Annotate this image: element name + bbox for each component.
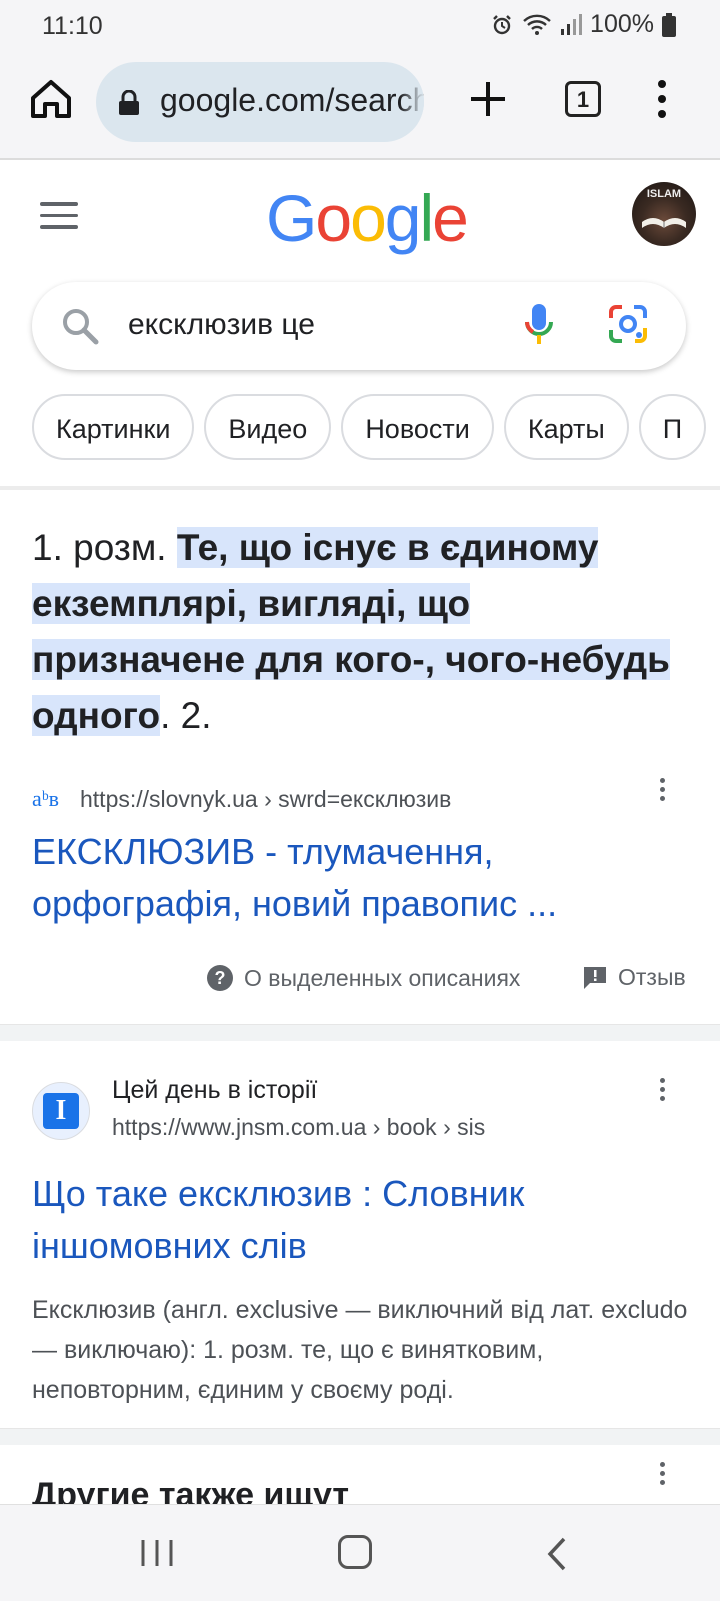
logo-letter: l [419, 181, 435, 255]
system-nav-bar [0, 1504, 720, 1601]
recent-apps-icon[interactable] [140, 1538, 174, 1568]
favicon-letter: I [43, 1093, 79, 1129]
alarm-icon [493, 14, 511, 34]
logo-letter: g [384, 181, 422, 255]
help-icon: ? [207, 965, 233, 991]
address-bar[interactable]: google.com/search [96, 62, 424, 142]
chip-maps[interactable]: Карты [503, 394, 629, 460]
lock-icon [119, 90, 139, 115]
status-time: 11:10 [42, 12, 103, 40]
result-description: Ексклюзив (англ. exclusive — виключний в… [32, 1296, 688, 1404]
feedback-label[interactable]: Отзыв [618, 964, 686, 991]
google-logo[interactable]: Google [266, 180, 469, 256]
google-header: Google [0, 160, 720, 270]
feedback-icon [584, 966, 606, 989]
jnsm-favicon: I [32, 1082, 90, 1140]
snippet-title-link[interactable]: ЕКСКЛЮЗИВ - тлумачення, орфографія, нови… [32, 826, 692, 930]
section-separator [0, 1428, 720, 1445]
status-icons: 100% [490, 10, 676, 39]
google-lens-icon[interactable] [608, 304, 648, 344]
browser-toolbar: google.com/search 1 [0, 52, 720, 160]
result-title-link[interactable]: Що таке ексклюзив : Словник іншомовних с… [32, 1168, 692, 1272]
url-text[interactable]: google.com/search [160, 82, 424, 119]
chip-more[interactable]: П [638, 394, 707, 460]
section-menu-icon[interactable] [660, 1462, 668, 1489]
home-icon[interactable] [28, 76, 74, 122]
signal-icon [561, 13, 583, 35]
feedback-button[interactable]: Отзыв [582, 964, 686, 991]
svg-text:?: ? [215, 968, 226, 988]
filter-chips: Картинки Видео Новости Карты П [32, 394, 720, 466]
new-tab-icon[interactable] [468, 76, 508, 122]
snippet-suffix: . 2. [160, 695, 212, 736]
snippet-source[interactable]: аᵇв https://slovnyk.ua › swrd=ексклюзив [32, 784, 692, 820]
more-menu-icon[interactable] [652, 76, 672, 122]
home-nav-button[interactable] [338, 1535, 372, 1569]
featured-snippet-text: 1. розм. Те, що існує в єдиному екземпля… [32, 520, 692, 744]
slovnyk-favicon: аᵇв [32, 786, 59, 811]
snippet-prefix: 1. розм. [32, 527, 177, 568]
result-site-name[interactable]: Цей день в історії [112, 1076, 317, 1105]
battery-icon [662, 12, 676, 37]
voice-search-icon[interactable] [524, 302, 554, 348]
result-url[interactable]: https://www.jnsm.com.ua › book › sis [112, 1114, 485, 1141]
wifi-icon [523, 14, 551, 35]
url-fade [400, 62, 424, 142]
tab-switcher-button[interactable]: 1 [565, 81, 601, 117]
about-featured-snippets[interactable]: ? О выделенных описаниях [206, 964, 520, 992]
status-bar: 11:10 100% [0, 0, 720, 52]
snippet-source-url[interactable]: https://slovnyk.ua › swrd=ексклюзив [80, 786, 451, 813]
logo-letter: G [266, 181, 317, 255]
logo-letter: e [432, 181, 469, 255]
battery-percent: 100% [590, 10, 654, 38]
account-avatar[interactable]: ISLAM [632, 182, 696, 246]
divider [0, 486, 720, 490]
book-icon [642, 218, 686, 228]
section-separator [0, 1024, 720, 1041]
about-label[interactable]: О выделенных описаниях [244, 965, 520, 992]
search-input[interactable]: ексклюзив це [128, 308, 315, 342]
logo-letter: o [350, 181, 387, 255]
search-box[interactable]: ексклюзив це [32, 282, 686, 370]
back-icon[interactable] [546, 1537, 568, 1571]
result-menu-icon[interactable] [660, 1078, 668, 1105]
logo-letter: o [315, 181, 352, 255]
search-icon[interactable] [60, 306, 100, 346]
chip-images[interactable]: Картинки [32, 394, 195, 460]
result-menu-icon[interactable] [660, 778, 668, 805]
hamburger-menu-icon[interactable] [40, 202, 78, 232]
chip-video[interactable]: Видео [204, 394, 332, 460]
chip-news[interactable]: Новости [341, 394, 494, 460]
